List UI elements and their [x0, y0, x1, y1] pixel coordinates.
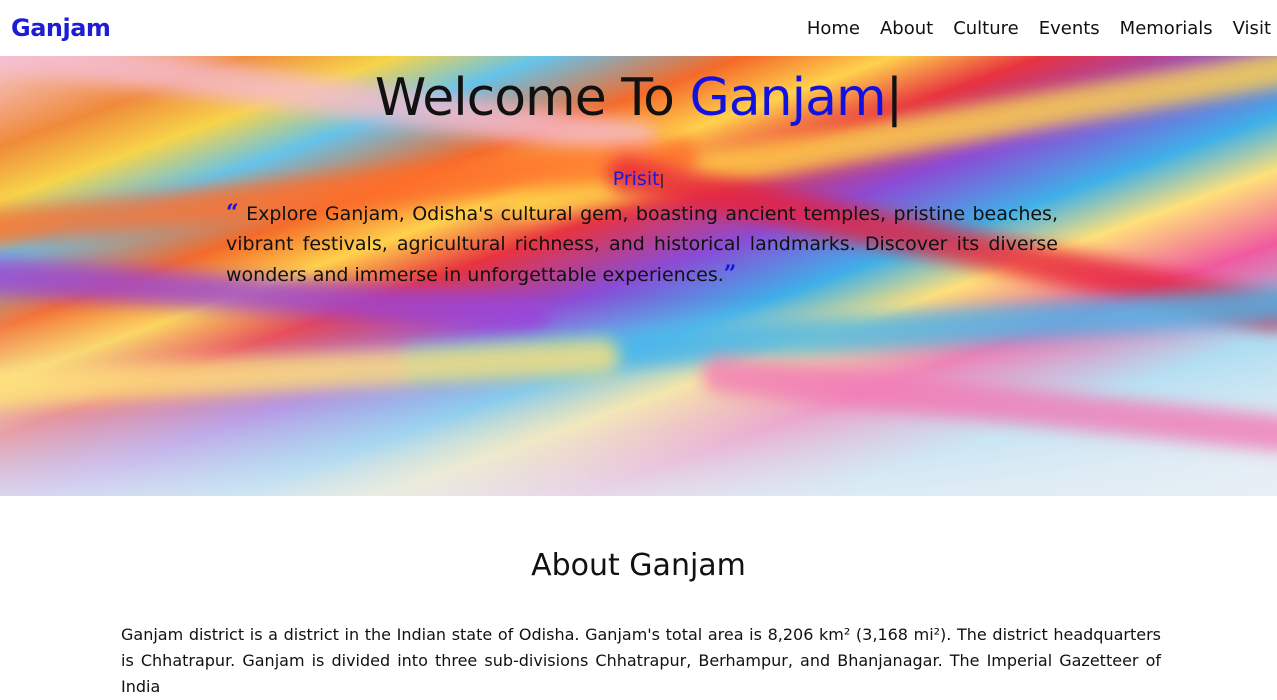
about-section-text: Ganjam district is a district in the Ind… — [121, 625, 1161, 696]
hero-author: Prisit| — [0, 168, 1277, 190]
nav-memorials-link[interactable]: Memorials — [1120, 18, 1213, 39]
about-section-title: About Ganjam — [531, 548, 746, 583]
hero-quote-text: Explore Ganjam, Odisha's cultural gem, b… — [226, 203, 1058, 286]
hero-quote: “ Explore Ganjam, Odisha's cultural gem,… — [226, 198, 1058, 290]
hero-banner: Welcome To Ganjam| Prisit| “ Explore Gan… — [0, 56, 1277, 496]
hero-background-streak — [0, 337, 621, 411]
nav-about-link[interactable]: About — [880, 18, 933, 39]
nav-culture-link[interactable]: Culture — [953, 18, 1019, 39]
quote-open-icon: “ — [226, 200, 239, 226]
quote-close-icon: ” — [723, 261, 737, 287]
hero-title-accent: Ganjam — [689, 68, 887, 128]
nav-home-link[interactable]: Home — [807, 18, 860, 39]
navbar: Ganjam Home About Culture Events Memoria… — [0, 0, 1277, 56]
hero-author-name: Prisit — [612, 168, 660, 190]
nav-events-link[interactable]: Events — [1039, 18, 1100, 39]
hero-background-streak — [699, 354, 1277, 454]
brand-logo[interactable]: Ganjam — [11, 14, 111, 42]
typing-cursor: | — [885, 68, 904, 128]
nav-links: Home About Culture Events Memorials Visi… — [807, 18, 1271, 39]
hero-title: Welcome To Ganjam| — [0, 68, 1277, 128]
nav-visit-link[interactable]: Visit — [1233, 18, 1271, 39]
typing-cursor-small: | — [659, 173, 665, 189]
hero-title-prefix: Welcome To — [374, 68, 690, 128]
